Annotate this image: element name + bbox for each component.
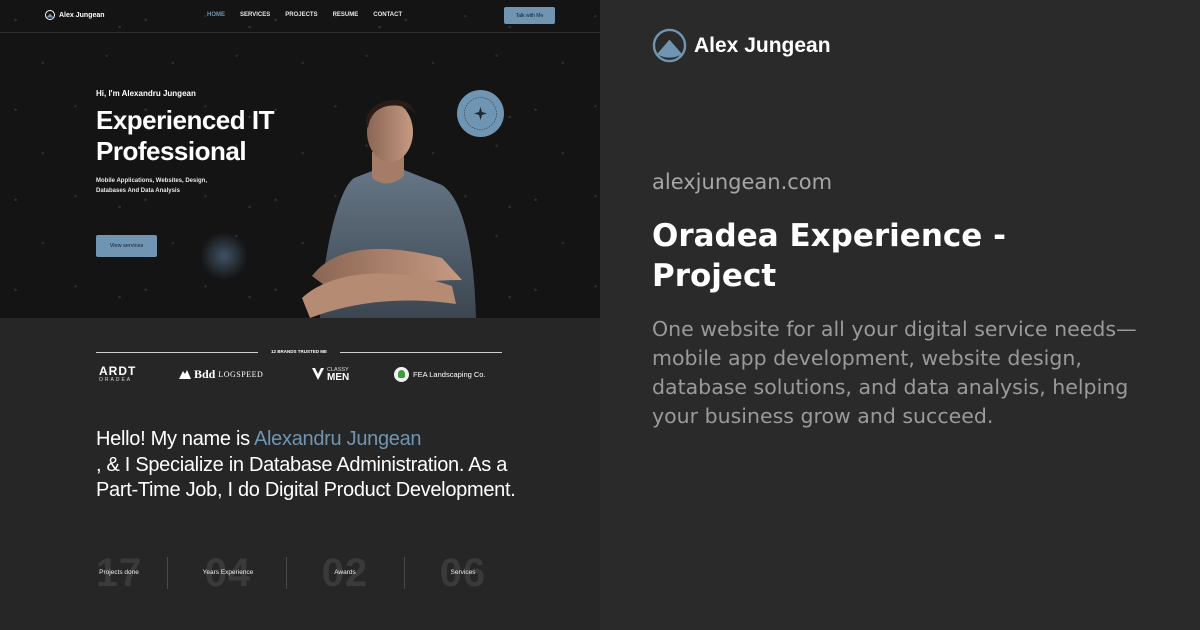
brand-bdd-main: Bdd bbox=[194, 366, 216, 381]
brand-classy-main: MEN bbox=[327, 372, 350, 383]
portrait-image bbox=[302, 99, 476, 318]
stat-divider bbox=[167, 557, 168, 589]
brand-ardt: ARDT ORADEA bbox=[99, 362, 136, 386]
trusted-label: 12 BRANDS TRUSTED ME bbox=[270, 349, 327, 354]
mountain-logo-icon bbox=[652, 28, 687, 63]
stat-label: Awards bbox=[334, 569, 356, 576]
brand-ardt-sub: ORADEA bbox=[99, 376, 133, 383]
stats-row: 17 Projects done 04 Years Experience 02 … bbox=[96, 551, 506, 595]
stat-divider bbox=[404, 557, 405, 589]
classy-v-icon bbox=[312, 368, 324, 380]
brand-classy-stack: CLASSY MEN bbox=[327, 366, 350, 383]
about-highlight-name: Alexandru Jungean bbox=[254, 428, 422, 450]
top-nav: Alex Jungean HOME SERVICES PROJECTS RESU… bbox=[0, 0, 600, 33]
brand-bdd-sub: LOGSPEED bbox=[218, 369, 264, 379]
stat-years: 04 Years Experience bbox=[188, 551, 268, 595]
nav-link-projects[interactable]: PROJECTS bbox=[285, 12, 317, 18]
stat-label: Services bbox=[450, 569, 476, 576]
card-logo[interactable]: Alex Jungean bbox=[652, 28, 831, 63]
bdd-mountain-icon bbox=[179, 370, 191, 379]
mountain-logo-icon bbox=[45, 10, 55, 20]
nav-logo-text: Alex Jungean bbox=[59, 11, 105, 19]
about-part2: , & I Specialize in Database Administrat… bbox=[96, 453, 516, 502]
glow-decoration bbox=[200, 232, 248, 280]
fea-leaf-icon bbox=[394, 366, 409, 382]
about-part1: Hello! My name is bbox=[96, 428, 254, 450]
hero-section: Alex Jungean HOME SERVICES PROJECTS RESU… bbox=[0, 0, 600, 318]
nav-logo[interactable]: Alex Jungean bbox=[45, 10, 105, 20]
card-logo-text: Alex Jungean bbox=[694, 33, 831, 57]
site-domain[interactable]: alexjungean.com bbox=[652, 170, 832, 194]
stat-services: 06 Services bbox=[426, 551, 500, 595]
nav-link-resume[interactable]: RESUME bbox=[333, 12, 359, 18]
nav-link-home[interactable]: HOME bbox=[207, 12, 225, 18]
stat-label: Projects done bbox=[99, 569, 139, 576]
nav-link-contact[interactable]: CONTACT bbox=[373, 12, 402, 18]
hero-greeting: Hi, I'm Alexandru Jungean bbox=[96, 89, 196, 98]
stat-label: Years Experience bbox=[202, 569, 254, 576]
stat-projects: 17 Projects done bbox=[96, 551, 142, 595]
hero-subtitle: Mobile Applications, Websites, Design, D… bbox=[96, 178, 208, 194]
website-preview: Alex Jungean HOME SERVICES PROJECTS RESU… bbox=[0, 0, 600, 630]
talk-with-me-button[interactable]: Talk with Me bbox=[504, 7, 555, 24]
hero-greeting-row: Hi, I'm Alexandru Jungean bbox=[96, 89, 196, 98]
rotating-badge bbox=[457, 90, 504, 137]
about-text: Hello! My name is Alexandru Jungean , & I… bbox=[96, 427, 516, 504]
brand-bdd: Bdd LOGSPEED bbox=[179, 362, 263, 386]
brand-fea-text: FEA Landscaping Co. bbox=[413, 369, 486, 379]
nav-links: HOME SERVICES PROJECTS RESUME CONTACT bbox=[207, 12, 402, 18]
card-description: One website for all your digital service… bbox=[652, 317, 1137, 428]
star-icon bbox=[464, 97, 497, 130]
stat-awards: 02 Awards bbox=[308, 551, 382, 595]
nav-link-services[interactable]: SERVICES bbox=[240, 12, 270, 18]
brand-fea: FEA Landscaping Co. bbox=[394, 362, 486, 386]
trusted-divider: 12 BRANDS TRUSTED ME bbox=[96, 347, 502, 357]
view-services-button[interactable]: View services bbox=[96, 235, 157, 257]
card-title: Oradea Experience - Project bbox=[652, 218, 1006, 294]
brand-ardt-main: ARDT bbox=[99, 363, 137, 378]
stat-divider bbox=[286, 557, 287, 589]
brand-classy-men: CLASSY MEN bbox=[312, 362, 349, 386]
brand-logos: ARDT ORADEA Bdd LOGSPEED CLASSY MEN FEA … bbox=[96, 362, 502, 386]
